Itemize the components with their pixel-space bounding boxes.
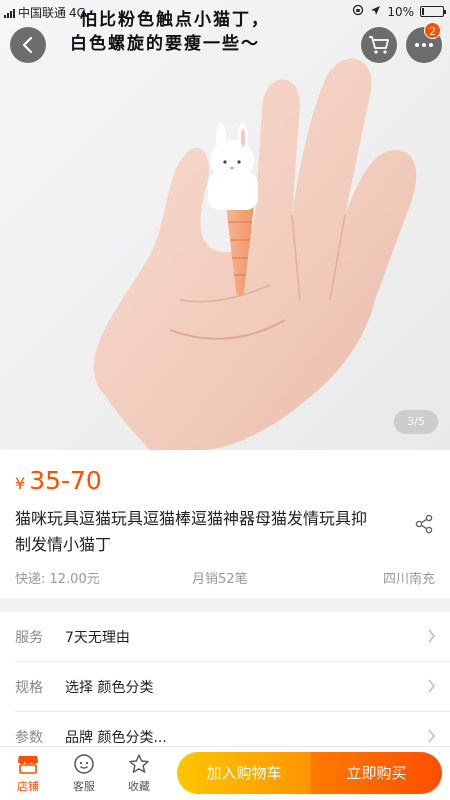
location-icon <box>370 5 381 19</box>
notification-badge: 2 <box>424 22 441 39</box>
bottom-action-bar: 店铺 客服 收藏 加入购物车 立即购买 <box>0 746 450 800</box>
price: ¥35-70 <box>15 466 102 495</box>
image-pager: 3/5 <box>394 410 438 434</box>
more-dots-icon <box>415 43 433 47</box>
chat-face-icon <box>59 752 109 776</box>
share-icon <box>415 514 433 534</box>
caption-line-1: 怕比粉色触点小猫丁， <box>80 10 270 30</box>
option-value: 品牌 颜色分类... <box>65 730 167 746</box>
currency-symbol: ¥ <box>15 474 26 493</box>
shopping-cart-icon <box>369 36 389 54</box>
option-value: 选择 颜色分类 <box>65 680 154 696</box>
star-icon <box>114 752 164 776</box>
image-caption: 怕比粉色触点小猫丁， 白色螺旋的要瘦一些～ <box>70 8 370 56</box>
shipping-fee: 快递: 12.00元 <box>15 572 100 587</box>
product-title: 猫咪玩具逗猫玩具逗猫棒逗猫神器母猫发情玩具抑制发情小猫丁 <box>15 509 368 554</box>
cart-button[interactable] <box>361 27 397 63</box>
chevron-right-icon <box>428 679 435 693</box>
option-row-service[interactable]: 服务 7天无理由 <box>0 612 450 661</box>
battery-icon <box>420 6 446 17</box>
product-photo <box>0 0 450 450</box>
chevron-left-icon <box>22 36 33 54</box>
buy-now-button[interactable]: 立即购买 <box>311 752 442 794</box>
ship-from-location: 四川南充 <box>382 572 435 587</box>
store-icon <box>3 752 53 776</box>
option-label: 参数 <box>15 730 43 746</box>
option-value: 7天无理由 <box>65 630 130 646</box>
shop-label: 店铺 <box>17 780 39 793</box>
customer-service-button[interactable]: 客服 <box>59 752 109 794</box>
option-label: 规格 <box>15 680 43 696</box>
back-button[interactable] <box>10 27 46 63</box>
favorite-label: 收藏 <box>128 780 150 793</box>
product-image-carousel[interactable] <box>0 0 450 450</box>
service-label: 客服 <box>73 780 95 793</box>
chevron-right-icon <box>428 629 435 643</box>
caption-line-2: 白色螺旋的要瘦一些～ <box>70 34 260 54</box>
monthly-sales: 月销52笔 <box>192 572 248 587</box>
add-to-cart-button[interactable]: 加入购物车 <box>177 752 311 794</box>
carrier-name: 中国联通 <box>18 6 67 20</box>
shop-button[interactable]: 店铺 <box>3 752 53 794</box>
product-info: ¥35-70 猫咪玩具逗猫玩具逗猫棒逗猫神器母猫发情玩具抑制发情小猫丁 快递: … <box>0 450 450 598</box>
option-list: 服务 7天无理由 规格 选择 颜色分类 参数 品牌 颜色分类... <box>0 612 450 752</box>
chevron-right-icon <box>428 729 435 743</box>
option-row-spec[interactable]: 规格 选择 颜色分类 <box>0 662 450 711</box>
favorite-button[interactable]: 收藏 <box>114 752 164 794</box>
signal-icon <box>4 8 15 18</box>
option-label: 服务 <box>15 630 43 646</box>
share-button[interactable] <box>414 514 434 538</box>
battery-percent: 10% <box>387 4 414 19</box>
price-range: 35-70 <box>29 466 102 495</box>
